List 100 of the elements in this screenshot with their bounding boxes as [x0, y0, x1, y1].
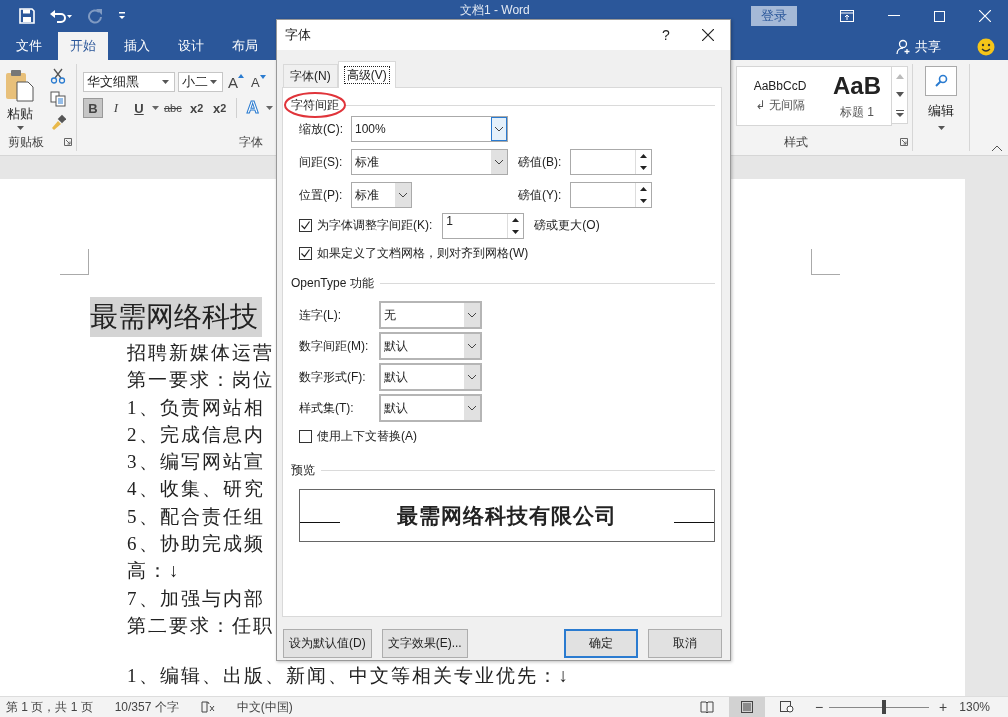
font-size-field[interactable]: 小二 [178, 72, 223, 92]
kerning-field[interactable]: 1 [442, 212, 525, 239]
scale-field[interactable]: 100% [351, 116, 508, 142]
document-line: 2、完成信息内 [127, 422, 265, 447]
save-icon[interactable] [19, 8, 35, 24]
caret-icon[interactable] [152, 106, 159, 110]
clipboard-icon [5, 68, 35, 102]
caret-icon [937, 126, 945, 130]
checkbox[interactable] [299, 247, 312, 260]
undo-icon[interactable] [49, 8, 73, 24]
spin-up-icon[interactable] [640, 154, 647, 158]
dialog-button[interactable]: 设为默认值(D) [283, 629, 372, 658]
more-icon[interactable] [895, 109, 904, 117]
italic-button[interactable]: I [106, 98, 126, 118]
checkbox-label[interactable]: 为字体调整字间距(K): [317, 217, 433, 234]
document-line: 1、负责网站相 [127, 395, 265, 420]
share-button[interactable]: 共享 [896, 34, 941, 60]
proofing-icon[interactable] [200, 701, 215, 713]
launcher-icon[interactable] [64, 138, 72, 146]
dialog-button[interactable]: 取消 [648, 629, 722, 658]
checkbox[interactable] [299, 430, 312, 443]
style-item[interactable]: AaBbCcD ↲ 无间隔 [737, 67, 823, 125]
field-label: 磅值(B): [518, 153, 563, 171]
spin-down-icon[interactable] [512, 229, 520, 234]
zoom-in-button[interactable]: + [939, 699, 948, 715]
minimize-icon[interactable] [888, 15, 900, 17]
chevron-down-icon [467, 343, 477, 349]
window-title: 文档1 - Word [460, 3, 530, 17]
spin-up-icon[interactable] [640, 187, 647, 191]
help-button[interactable]: ? [656, 27, 676, 43]
position-points-field[interactable] [570, 182, 652, 208]
checkbox[interactable] [299, 219, 312, 232]
page-count[interactable]: 第 1 页，共 1 页 [6, 698, 93, 716]
document-line: 第二要求：任职 [127, 613, 274, 638]
document-line: 7、加强与内部 [127, 586, 265, 611]
login-button[interactable]: 登录 [751, 6, 797, 26]
caret-icon[interactable] [265, 106, 273, 110]
print-view-button[interactable] [728, 697, 765, 717]
dialog-button[interactable]: 文字效果(E)... [381, 629, 468, 658]
underline-button[interactable]: U [129, 98, 149, 118]
ribbon-display-icon[interactable] [840, 10, 854, 22]
customize-icon[interactable] [117, 11, 127, 21]
page-icon [740, 701, 753, 713]
style-item[interactable]: AaB 标题 1 [823, 67, 891, 125]
checkbox-label[interactable]: 使用上下文替换(A) [317, 428, 417, 445]
bold-button[interactable]: B [83, 98, 103, 118]
copy-icon[interactable] [50, 91, 66, 107]
language-label[interactable]: 中文(中国) [236, 698, 293, 716]
ribbon-tab[interactable]: 设计 [166, 32, 216, 60]
paste-button[interactable]: 粘贴 [0, 64, 40, 133]
font-name-field[interactable]: 华文细黑 [83, 72, 175, 92]
dialog-button[interactable]: 确定 [564, 629, 638, 658]
dropdown-field[interactable]: 无 [379, 301, 482, 329]
maximize-icon[interactable] [934, 10, 945, 22]
chevron-down-icon [494, 126, 504, 132]
caret-icon [16, 126, 24, 130]
collapse-icon[interactable] [992, 145, 1002, 151]
document-line: 高：↓ [127, 559, 181, 584]
zoom-level[interactable]: 130% [959, 700, 990, 714]
section-title: OpenType 功能 [291, 274, 374, 292]
spin-down-icon[interactable] [640, 166, 647, 170]
checkmark-icon [300, 248, 311, 259]
zoom-out-button[interactable]: − [814, 699, 824, 715]
field-label: 样式集(T): [299, 399, 355, 417]
search-icon [934, 74, 948, 88]
scissors-icon[interactable] [50, 68, 66, 84]
dropdown-field[interactable]: 默认 [379, 332, 482, 360]
chevron-down-icon [494, 159, 504, 165]
grow-font-button[interactable]: A [226, 73, 246, 91]
close-icon[interactable] [702, 29, 714, 41]
launcher-icon[interactable] [900, 138, 908, 146]
chevron-down-icon [467, 374, 477, 380]
section-title: 预览 [291, 461, 315, 479]
field-label: 磅或更大(O) [534, 217, 600, 234]
strike-button[interactable]: abc [162, 98, 184, 118]
dialog-tab[interactable]: 高级(V) [337, 61, 396, 88]
ribbon-tab[interactable]: 插入 [112, 32, 162, 60]
ribbon-tab[interactable]: 文件 [4, 32, 54, 60]
spin-down-icon[interactable] [640, 199, 647, 203]
shrink-font-button[interactable]: A [249, 74, 268, 90]
brush-icon[interactable] [50, 114, 66, 130]
caret-icon [162, 80, 169, 84]
ribbon-tab[interactable]: 开始 [58, 32, 108, 60]
word-count[interactable]: 10/357 个字 [114, 698, 179, 716]
spacing-field[interactable]: 标准 [351, 149, 508, 175]
checkbox-label[interactable]: 如果定义了文档网格，则对齐到网格(W) [317, 245, 529, 262]
position-field[interactable]: 标准 [351, 182, 412, 208]
dropdown-field[interactable]: 默认 [379, 394, 482, 422]
dropdown-field[interactable]: 默认 [379, 363, 482, 391]
editing-button[interactable]: 编辑 [921, 64, 961, 130]
smiley-icon[interactable] [977, 38, 995, 56]
ribbon-tab[interactable]: 布局 [220, 32, 270, 60]
field-label: 位置(P): [299, 186, 344, 204]
person-add-icon [896, 39, 912, 55]
spin-up-icon[interactable] [512, 217, 520, 222]
spacing-points-field[interactable] [570, 149, 652, 175]
scroll-down-icon[interactable] [895, 91, 904, 97]
dialog-tab[interactable]: 字体(N) [283, 64, 338, 87]
document-line: 第一要求：岗位 [127, 368, 274, 393]
group-label: 样式 [784, 133, 808, 151]
